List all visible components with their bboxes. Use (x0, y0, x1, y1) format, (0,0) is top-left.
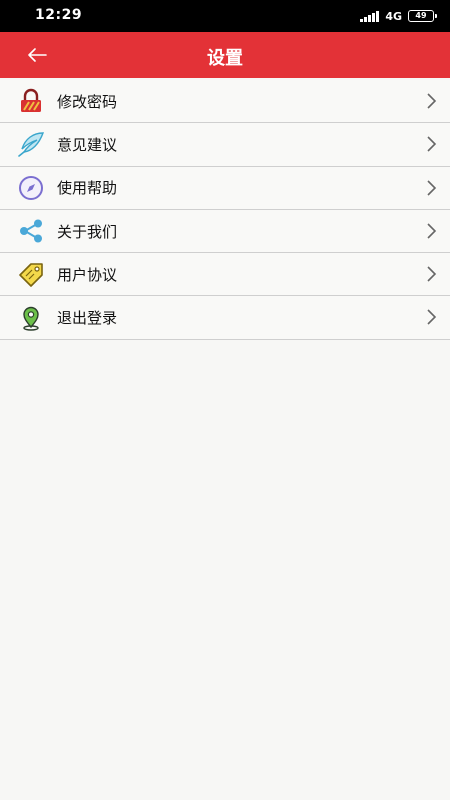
menu-item-change-password[interactable]: 修改密码 (0, 80, 450, 124)
menu-item-label: 使用帮助 (57, 179, 118, 198)
chevron-right-icon (427, 93, 437, 109)
menu-item-label: 关于我们 (57, 222, 118, 241)
menu-item-about[interactable]: 关于我们 (0, 209, 450, 254)
menu-item-label: 用户协议 (57, 265, 118, 284)
page-title: 设置 (207, 48, 243, 69)
status-indicators: 4G 49 (360, 9, 437, 23)
location-pin-icon (23, 306, 39, 331)
battery-icon: 49 (408, 10, 437, 22)
chevron-right-icon (427, 136, 437, 152)
status-time: 12:29 (35, 7, 83, 23)
feather-icon (18, 132, 44, 158)
app-bar: 设置 (0, 32, 450, 78)
menu-item-label: 修改密码 (57, 92, 118, 111)
compass-icon (19, 175, 43, 200)
menu-item-feedback[interactable]: 意见建议 (0, 123, 450, 167)
share-icon (20, 219, 42, 243)
tag-icon (19, 263, 43, 288)
chevron-right-icon (427, 223, 437, 239)
battery-level: 49 (415, 11, 427, 20)
padlock-icon (21, 88, 41, 113)
chevron-right-icon (427, 266, 437, 282)
menu-item-logout[interactable]: 退出登录 (0, 296, 450, 340)
menu-item-label: 退出登录 (57, 309, 118, 328)
status-bar: 12:29 4G 49 (0, 0, 450, 32)
chevron-right-icon (427, 180, 437, 196)
chevron-right-icon (427, 309, 437, 326)
menu-item-user-agreement[interactable]: 用户协议 (0, 253, 450, 297)
signal-icon (360, 10, 380, 22)
menu-item-label: 意见建议 (57, 135, 118, 154)
menu-item-help[interactable]: 使用帮助 (0, 166, 450, 210)
network-type: 4G (385, 9, 402, 23)
settings-menu: 修改密码 意见建议 使用帮助 关于我们 用户协议 退出登录 (0, 80, 450, 340)
